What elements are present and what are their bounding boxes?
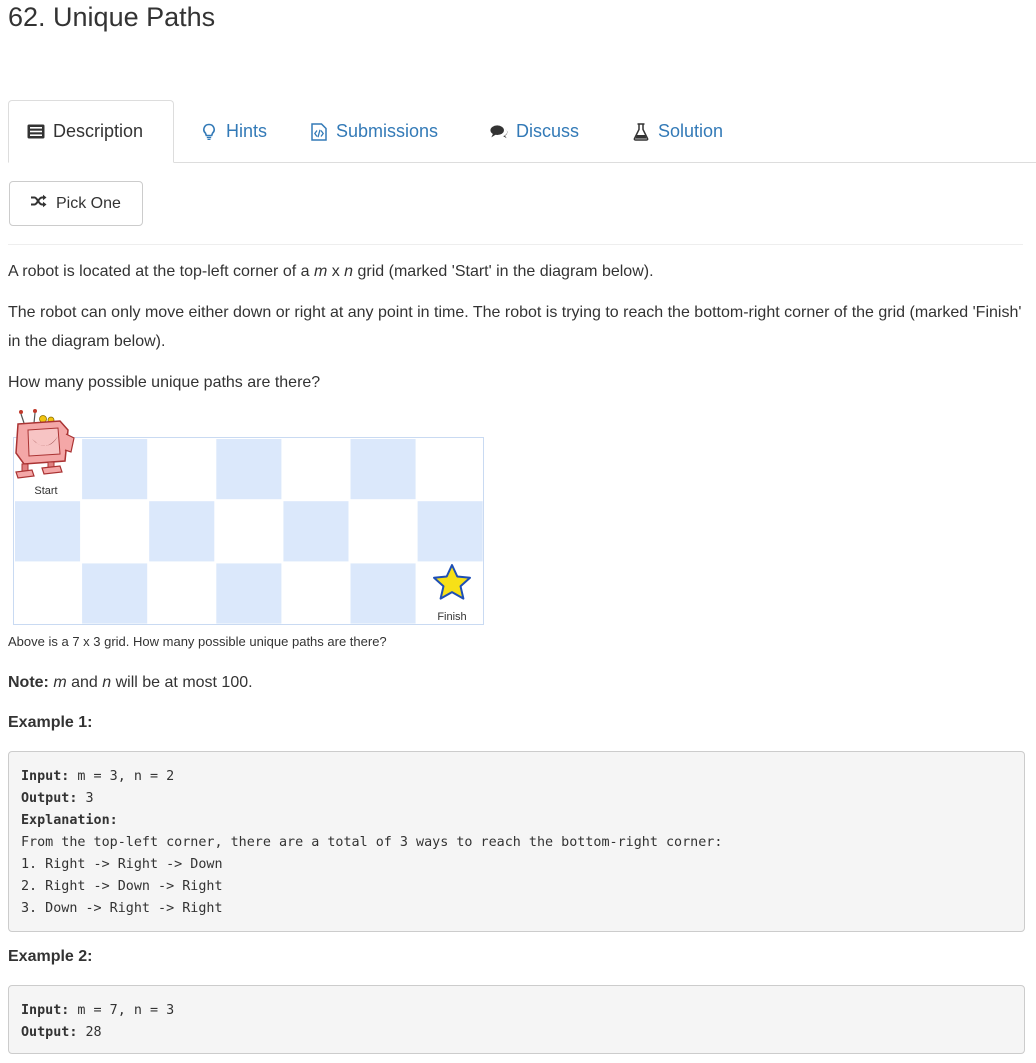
grid-cell bbox=[350, 501, 416, 562]
tab-discuss[interactable]: Discuss bbox=[490, 100, 579, 163]
lightbulb-icon bbox=[200, 123, 218, 141]
start-label: Start bbox=[34, 485, 57, 497]
note: Note: m and n will be at most 100. bbox=[8, 674, 253, 691]
grid-diagram: Start Finish bbox=[8, 406, 488, 628]
grid-cell bbox=[417, 501, 483, 562]
grid-cell bbox=[283, 501, 349, 562]
grid-cell bbox=[82, 439, 148, 500]
note-label: Note: bbox=[8, 674, 49, 691]
grid-cell bbox=[350, 439, 416, 500]
tab-submissions[interactable]: Submissions bbox=[310, 100, 438, 163]
tab-solution[interactable]: Solution bbox=[632, 100, 723, 163]
grid-cell bbox=[15, 563, 81, 624]
divider bbox=[8, 244, 1023, 245]
grid-cell bbox=[82, 501, 148, 562]
example-2-code: Input: m = 7, n = 3 Output: 28 bbox=[8, 985, 1025, 1054]
grid-cell bbox=[283, 563, 349, 624]
finish-label: Finish bbox=[437, 611, 466, 623]
grid-cell bbox=[149, 501, 215, 562]
grid-cell bbox=[216, 501, 282, 562]
grid-cell bbox=[417, 439, 483, 500]
grid-cell bbox=[149, 439, 215, 500]
chat-icon bbox=[490, 123, 508, 141]
pick-one-label: Pick One bbox=[56, 194, 121, 212]
grid-cell bbox=[216, 439, 282, 500]
grid-cell bbox=[82, 563, 148, 624]
tab-submissions-label: Submissions bbox=[336, 121, 439, 141]
tab-hints[interactable]: Hints bbox=[200, 100, 267, 163]
flask-icon bbox=[632, 122, 650, 141]
grid-cell bbox=[350, 563, 416, 624]
grid-cell bbox=[149, 563, 215, 624]
example-1-code: Input: m = 3, n = 2 Output: 3 Explanatio… bbox=[8, 751, 1025, 932]
grid-cell bbox=[283, 439, 349, 500]
tab-description[interactable]: Description bbox=[8, 100, 174, 163]
tab-hints-label: Hints bbox=[226, 121, 268, 141]
tab-solution-label: Solution bbox=[658, 121, 724, 141]
grid-cell bbox=[15, 501, 81, 562]
tab-bar: Description Hints Submissions Discuss So… bbox=[8, 100, 1036, 163]
pick-one-button[interactable]: Pick One bbox=[9, 181, 143, 226]
tab-discuss-label: Discuss bbox=[516, 121, 580, 141]
diagram-caption: Above is a 7 x 3 grid. How many possible… bbox=[8, 634, 387, 649]
grid-cell bbox=[216, 563, 282, 624]
example-2-heading: Example 2: bbox=[8, 948, 93, 965]
var-m: m bbox=[313, 263, 328, 280]
var-n: n bbox=[344, 263, 354, 280]
shuffle-icon bbox=[30, 194, 47, 213]
list-icon bbox=[27, 123, 45, 141]
description-paragraph-2: The robot can only move either down or r… bbox=[8, 304, 1022, 350]
example-1-heading: Example 1: bbox=[8, 714, 93, 731]
page-title: 62. Unique Paths bbox=[8, 2, 216, 32]
code-file-icon bbox=[310, 122, 328, 141]
description-paragraph-1: A robot is located at the top-left corne… bbox=[8, 263, 654, 280]
description-paragraph-3: How many possible unique paths are there… bbox=[8, 374, 321, 391]
tab-description-label: Description bbox=[53, 121, 144, 141]
